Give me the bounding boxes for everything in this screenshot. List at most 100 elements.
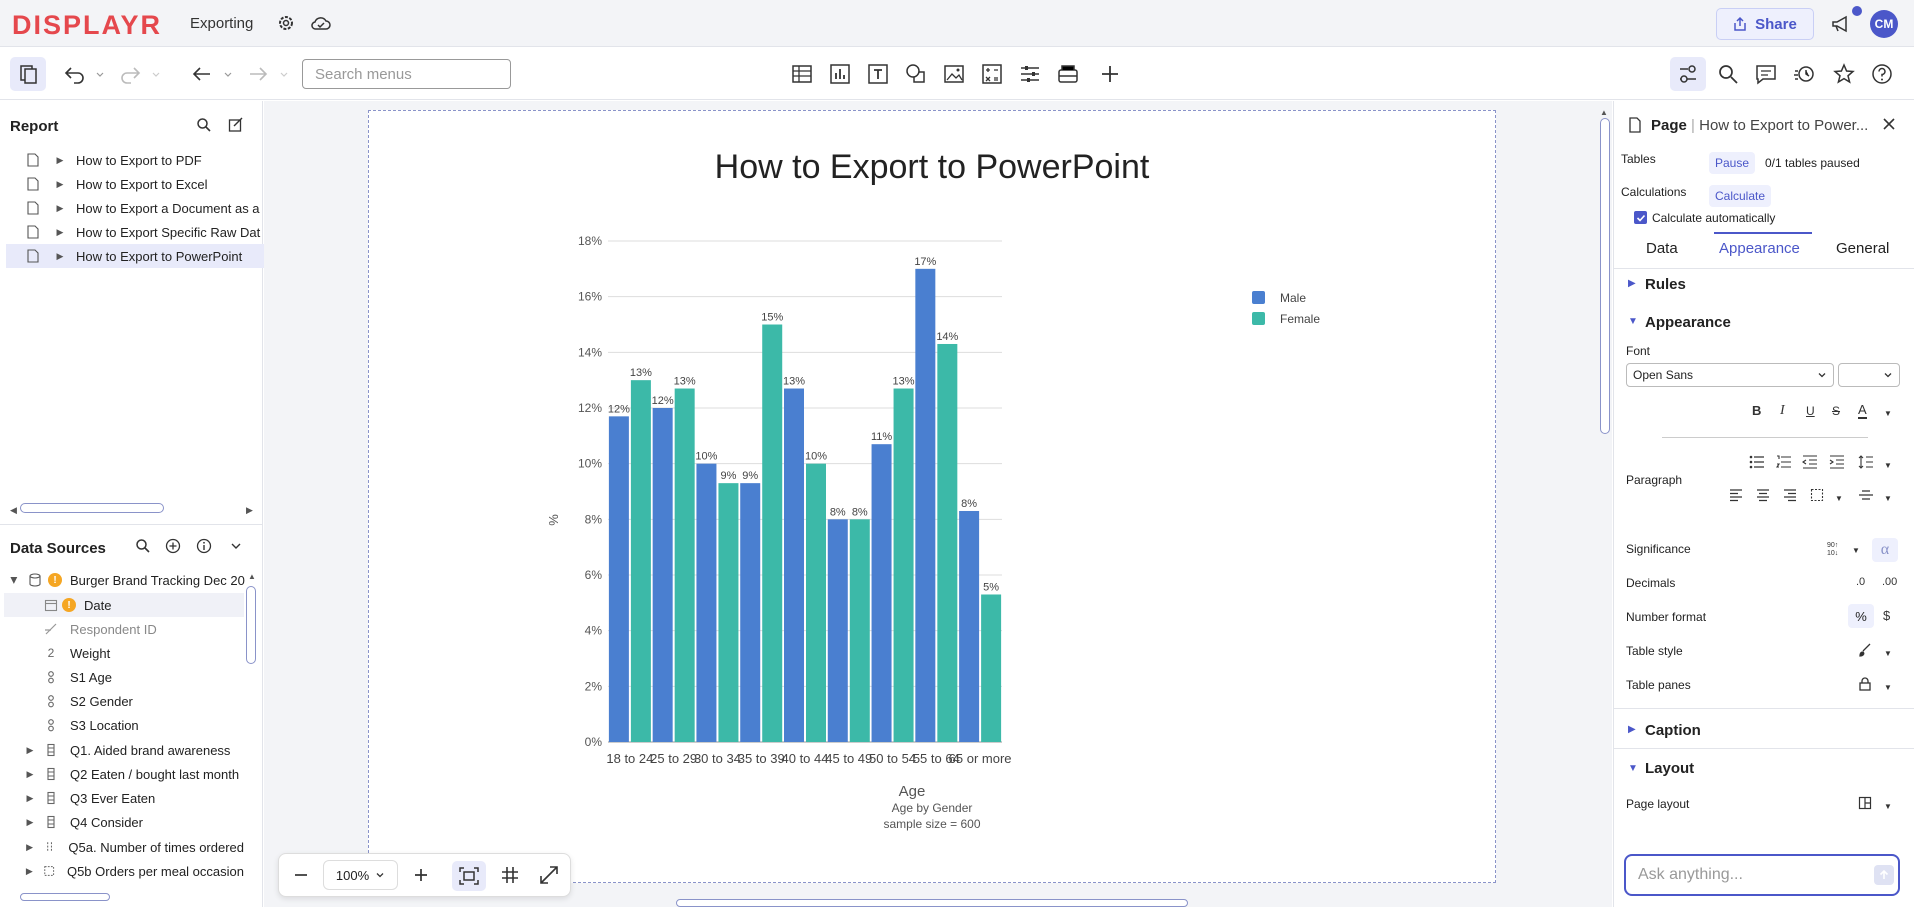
font-size-select[interactable] xyxy=(1838,363,1900,387)
search-icon[interactable] xyxy=(1716,62,1740,86)
rules-section-header[interactable]: Rules xyxy=(1645,276,1686,293)
caption-section-header[interactable]: Caption xyxy=(1645,722,1701,739)
alpha-icon[interactable]: α xyxy=(1872,538,1898,562)
align-center-icon[interactable] xyxy=(1756,488,1770,502)
border-icon[interactable] xyxy=(1810,488,1824,502)
expand-triangle-icon[interactable]: ▶ xyxy=(24,842,35,853)
align-left-icon[interactable] xyxy=(1729,488,1743,502)
document-title[interactable]: Exporting xyxy=(190,15,253,32)
scroll-left-icon[interactable]: ◀ xyxy=(10,505,17,516)
bullet-list-icon[interactable] xyxy=(1749,455,1765,469)
line-spacing-dropdown-icon[interactable]: ▼ xyxy=(1884,459,1892,473)
currency-format-icon[interactable]: $ xyxy=(1883,609,1890,623)
controls-icon[interactable] xyxy=(1018,62,1042,86)
expand-triangle-icon[interactable]: ▶ xyxy=(24,745,36,756)
data-variable-item[interactable]: ! Date xyxy=(4,593,244,617)
zoom-out-icon[interactable] xyxy=(292,866,310,884)
data-variable-item[interactable]: Respondent ID xyxy=(4,617,244,641)
data-variable-item[interactable]: ▶ Q1. Aided brand awareness xyxy=(4,738,244,762)
data-variable-item[interactable]: ▶ Q3 Ever Eaten xyxy=(4,786,244,810)
border-dropdown-icon[interactable]: ▼ xyxy=(1835,492,1843,506)
add-data-source-icon[interactable] xyxy=(165,538,181,554)
megaphone-icon[interactable] xyxy=(1830,13,1852,35)
expand-triangle-icon[interactable]: ▶ xyxy=(9,574,20,586)
decrease-indent-icon[interactable] xyxy=(1802,455,1818,469)
data-sources-vertical-scrollbar[interactable] xyxy=(246,586,256,664)
share-button[interactable]: Share xyxy=(1716,8,1814,40)
tab-data[interactable]: Data xyxy=(1646,240,1678,257)
align-right-icon[interactable] xyxy=(1783,488,1797,502)
collapsed-triangle-icon[interactable]: ▶ xyxy=(1628,724,1636,735)
expand-triangle-icon[interactable]: ▶ xyxy=(54,203,66,214)
underline-icon[interactable]: U xyxy=(1806,404,1815,418)
back-dropdown-icon[interactable] xyxy=(222,62,234,86)
vertical-align-dropdown-icon[interactable]: ▼ xyxy=(1884,492,1892,506)
brush-icon[interactable] xyxy=(1858,643,1872,657)
grid-hash-icon[interactable] xyxy=(500,865,520,885)
vertical-align-icon[interactable] xyxy=(1858,488,1874,502)
bold-icon[interactable]: B xyxy=(1752,404,1761,418)
expand-triangle-icon[interactable]: ▶ xyxy=(54,155,66,166)
expand-triangle-icon[interactable]: ▶ xyxy=(54,227,66,238)
comment-icon[interactable] xyxy=(1754,62,1778,86)
layers-icon[interactable] xyxy=(1056,62,1080,86)
expanded-triangle-icon[interactable]: ▼ xyxy=(1628,763,1638,774)
calculator-icon[interactable] xyxy=(980,62,1004,86)
report-horizontal-scrollbar[interactable] xyxy=(20,503,164,513)
add-icon[interactable] xyxy=(1098,62,1122,86)
data-sources-horizontal-scrollbar[interactable] xyxy=(20,893,110,901)
search-icon[interactable] xyxy=(135,538,151,554)
data-variable-item[interactable]: ▶ Q5a. Number of times ordered xyxy=(4,835,244,859)
undo-dropdown-icon[interactable] xyxy=(94,62,106,86)
history-icon[interactable] xyxy=(1792,62,1816,86)
expand-triangle-icon[interactable]: ▶ xyxy=(54,251,66,262)
report-page-item[interactable]: ▶ How to Export to PDF xyxy=(6,148,264,172)
scroll-up-icon[interactable]: ▲ xyxy=(248,572,256,581)
expand-triangle-icon[interactable]: ▶ xyxy=(24,817,36,828)
data-variable-item[interactable]: ▶ Q2 Eaten / bought last month xyxy=(4,762,244,786)
pause-button[interactable]: Pause xyxy=(1709,152,1756,174)
expand-triangle-icon[interactable]: ▶ xyxy=(24,793,36,804)
cloud-check-icon[interactable] xyxy=(310,13,332,33)
forward-arrow-icon[interactable] xyxy=(246,62,270,86)
redo-dropdown-icon[interactable] xyxy=(150,62,162,86)
close-icon[interactable] xyxy=(1882,117,1896,131)
ask-anything-input[interactable] xyxy=(1624,854,1900,896)
zoom-in-icon[interactable] xyxy=(412,866,430,884)
image-icon[interactable] xyxy=(942,62,966,86)
font-color-dropdown-icon[interactable]: ▼ xyxy=(1884,407,1892,421)
data-variable-item[interactable]: S3 Location xyxy=(4,713,244,737)
strikethrough-icon[interactable]: S xyxy=(1832,404,1840,418)
data-variable-item[interactable]: ▶ Q5b Orders per meal occasion xyxy=(4,859,244,883)
decrease-decimals-icon[interactable]: .0 xyxy=(1856,575,1865,589)
search-menus-input[interactable] xyxy=(302,59,511,89)
increase-decimals-icon[interactable]: .00 xyxy=(1882,575,1897,589)
star-icon[interactable] xyxy=(1832,62,1856,86)
lock-icon[interactable] xyxy=(1858,677,1872,691)
chevron-down-icon[interactable] xyxy=(228,538,244,554)
text-box-icon[interactable] xyxy=(866,62,890,86)
data-source-root[interactable]: ▶ ! Burger Brand Tracking Dec 20 xyxy=(8,568,248,592)
canvas-horizontal-scrollbar[interactable] xyxy=(676,899,1188,907)
object-inspector-button[interactable] xyxy=(1670,57,1706,91)
significance-arrows-icon[interactable]: 90↑10↓ xyxy=(1826,539,1844,557)
page-layout-dropdown-icon[interactable]: ▼ xyxy=(1884,800,1892,814)
send-button[interactable] xyxy=(1874,865,1894,885)
gear-icon[interactable] xyxy=(276,13,296,33)
bar-chart[interactable]: How to Export to PowerPoint 0% 2% 4% 6% 8% 10%… xyxy=(368,110,1496,883)
data-variable-item[interactable]: S2 Gender xyxy=(4,689,244,713)
tab-general[interactable]: General xyxy=(1836,240,1889,257)
report-page-item[interactable]: ▶ How to Export to Excel xyxy=(6,172,264,196)
new-page-icon[interactable] xyxy=(228,117,244,133)
page-layout-icon[interactable] xyxy=(1858,796,1872,810)
font-family-select[interactable]: Open Sans xyxy=(1626,363,1834,387)
forward-dropdown-icon[interactable] xyxy=(278,62,290,86)
table-style-dropdown-icon[interactable]: ▼ xyxy=(1884,647,1892,661)
calculate-button[interactable]: Calculate xyxy=(1709,185,1772,207)
chart-icon[interactable] xyxy=(828,62,852,86)
numbered-list-icon[interactable] xyxy=(1776,455,1792,469)
search-icon[interactable] xyxy=(196,117,212,133)
layout-section-header[interactable]: Layout xyxy=(1645,760,1694,777)
line-spacing-icon[interactable] xyxy=(1858,455,1874,469)
zoom-level-select[interactable]: 100% xyxy=(323,860,398,890)
